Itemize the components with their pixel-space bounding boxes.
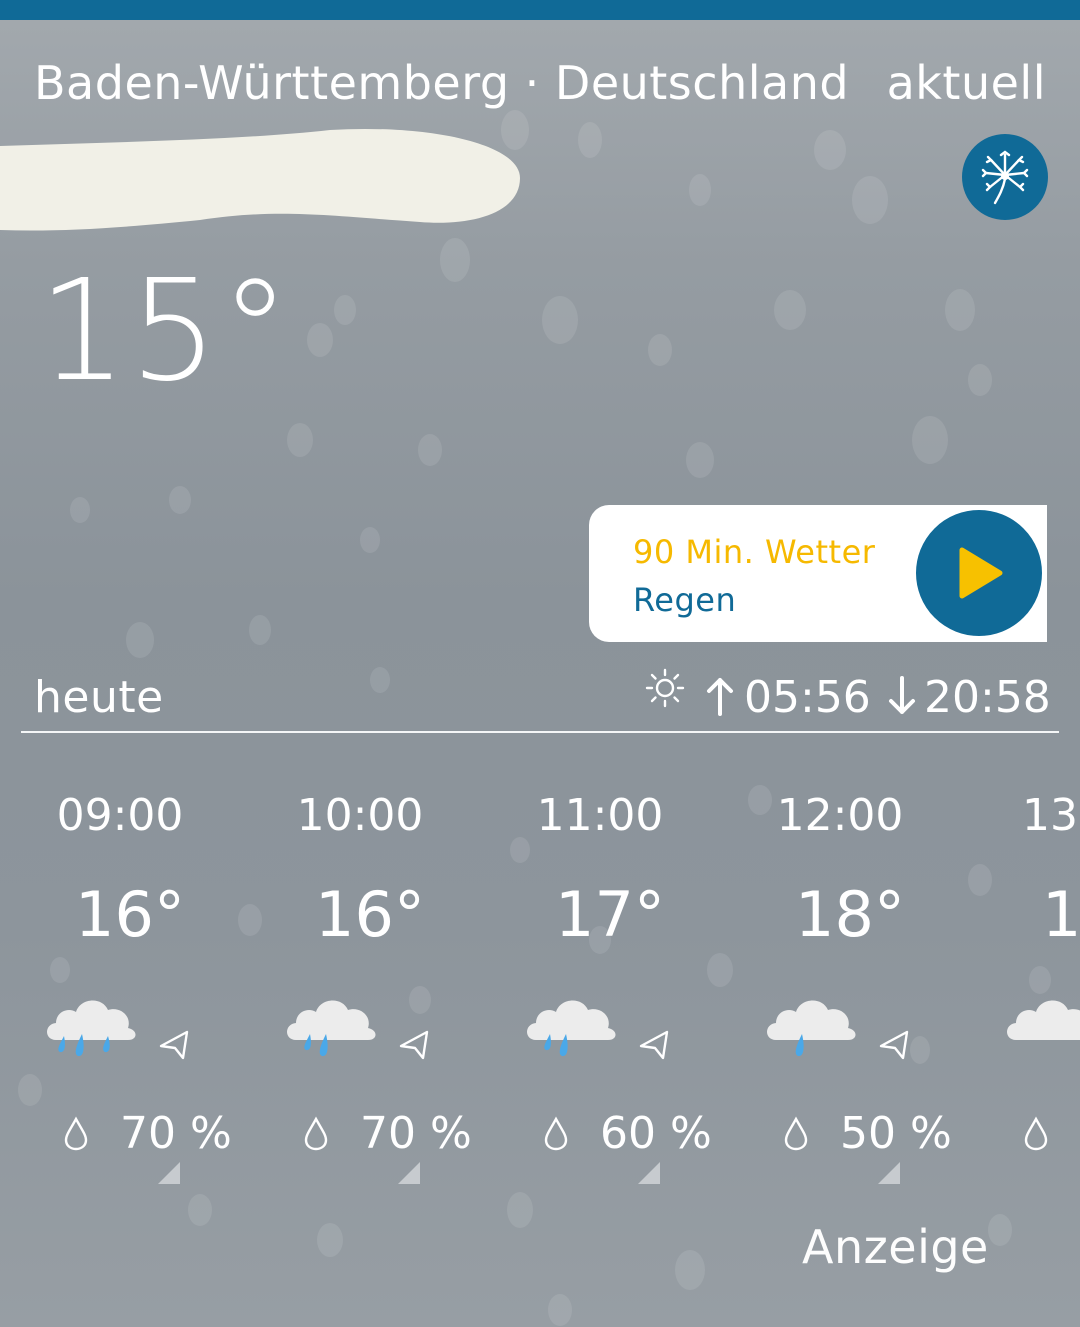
raindrop-icon [304, 1116, 328, 1151]
wind-direction-icon [399, 1030, 429, 1060]
ad-label: Anzeige [802, 1220, 989, 1274]
cloud-heavy-rain-icon [47, 1000, 136, 1057]
wind-direction-icon [159, 1030, 189, 1060]
raindrop-icon [1024, 1116, 1048, 1151]
current-status-label: aktuell [886, 56, 1046, 110]
current-temperature: 15° [38, 250, 293, 413]
pollen-button[interactable] [962, 134, 1048, 220]
hour-temperature: 16° [75, 878, 185, 951]
raindrop-icon [544, 1116, 568, 1151]
hourly-item[interactable]: 13: 1 [960, 790, 1080, 1210]
sun-icon [645, 668, 685, 708]
expand-corner-icon [878, 1162, 900, 1184]
section-divider [21, 731, 1059, 733]
arrow-down-icon [889, 676, 915, 714]
expand-corner-icon [158, 1162, 180, 1184]
nowcast-condition: Regen [633, 581, 737, 619]
cloud-rain-icon [527, 1000, 616, 1057]
cloud-light-rain-icon [767, 1000, 856, 1057]
dandelion-icon [981, 150, 1029, 205]
precipitation-probability: 70 % [120, 1108, 232, 1159]
cloud-icon [1007, 1000, 1080, 1040]
sunrise-time: 05:56 [744, 672, 871, 723]
hour-time: 12:00 [776, 790, 904, 841]
hour-time: 11:00 [536, 790, 664, 841]
nowcast-title: 90 Min. Wetter [633, 533, 876, 571]
hour-temperature: 17° [555, 878, 665, 951]
precipitation-probability: 60 % [600, 1108, 712, 1159]
expand-corner-icon [398, 1162, 420, 1184]
hourly-item[interactable]: 09:00 16° 70 % [0, 790, 240, 1210]
cloud-rain-icon [287, 1000, 376, 1057]
expand-corner-icon [638, 1162, 660, 1184]
hour-time: 09:00 [56, 790, 184, 841]
raindrop-icon [784, 1116, 808, 1151]
location-region: Baden-Württemberg · Deutschland [34, 56, 850, 110]
wind-direction-icon [879, 1030, 909, 1060]
precipitation-probability: 50 % [840, 1108, 952, 1159]
today-label: heute [34, 672, 164, 723]
sunset-time: 20:58 [924, 672, 1051, 723]
raindrop-icon [64, 1116, 88, 1151]
hourly-item[interactable]: 11:00 17° 60 % [480, 790, 720, 1210]
arrow-up-icon [707, 678, 733, 716]
nowcast-play-button[interactable] [912, 506, 1046, 640]
precipitation-probability: 70 % [360, 1108, 472, 1159]
hour-time: 10:00 [296, 790, 424, 841]
top-status-bar [0, 0, 1080, 20]
play-icon [959, 547, 1003, 599]
hourly-item[interactable]: 12:00 18° 50 % [720, 790, 960, 1210]
hour-time: 13: [1022, 790, 1080, 841]
hour-temperature: 18° [795, 878, 905, 951]
hour-temperature: 1 [1042, 878, 1080, 951]
hour-temperature: 16° [315, 878, 425, 951]
hourly-item[interactable]: 10:00 16° 70 % [240, 790, 480, 1210]
redaction-scribble [0, 128, 520, 231]
wind-direction-icon [639, 1030, 669, 1060]
